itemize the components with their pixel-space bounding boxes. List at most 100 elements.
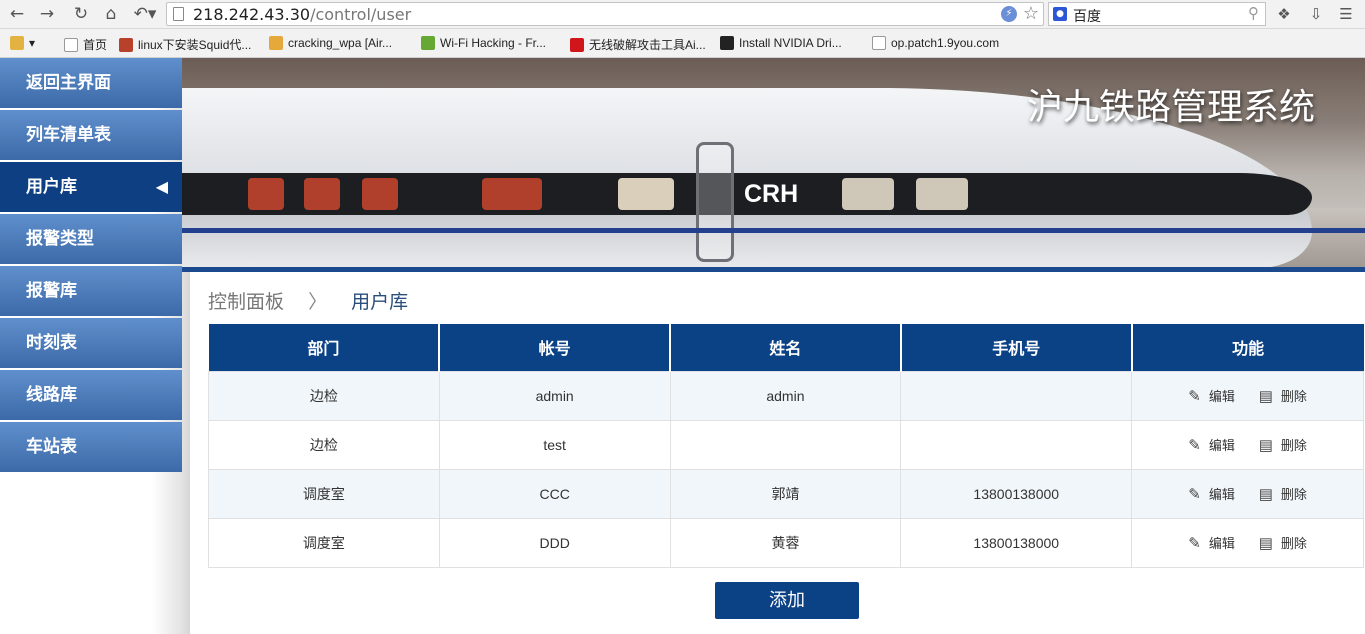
bookmark-item[interactable]: 无线破解攻击工具Ai... <box>570 36 706 53</box>
browser-toolbar: ← → ↻ ⌂ ↶▾ 218.242.43.30/control/user ⚡ … <box>0 0 1365 29</box>
bookmark-item[interactable]: linux下安装Squid代... <box>119 36 251 53</box>
cell-dept: 边检 <box>208 419 440 470</box>
cell-phone: 13800138000 <box>900 468 1133 519</box>
cell-actions: ✎ 编辑 ▤ 删除 <box>1131 468 1364 519</box>
banner-bottom-bar <box>182 267 1365 272</box>
user-table: 部门 帐号 姓名 手机号 功能 边检 admin admin ✎ 编辑 ▤ 删除 边… <box>208 324 1364 568</box>
table-row: 边检 admin admin ✎ 编辑 ▤ 删除 <box>208 370 1364 421</box>
cell-actions: ✎ 编辑 ▤ 删除 <box>1131 370 1364 421</box>
crh-logo: CRH <box>744 180 799 208</box>
cell-dept: 调度室 <box>208 468 440 519</box>
edit-icon: ✎ <box>1188 388 1201 405</box>
edit-icon: ✎ <box>1188 437 1201 454</box>
system-title: 沪九铁路管理系统 <box>1026 87 1315 128</box>
cell-actions: ✎ 编辑 ▤ 删除 <box>1131 517 1364 568</box>
breadcrumb-root[interactable]: 控制面板 <box>208 291 284 313</box>
bookmark-item[interactable]: Wi-Fi Hacking - Fr... <box>421 36 546 50</box>
cell-name <box>669 419 902 470</box>
download-icon[interactable]: ⇩ <box>1306 4 1326 24</box>
lightning-icon[interactable]: ⚡ <box>1001 6 1017 22</box>
bookmark-item[interactable]: cracking_wpa [Air... <box>269 36 392 50</box>
table-row: 边检 test ✎ 编辑 ▤ 删除 <box>208 419 1364 470</box>
address-bar[interactable]: 218.242.43.30/control/user ⚡ ☆ <box>166 2 1044 26</box>
trash-icon: ▤ <box>1258 486 1273 503</box>
train-window <box>916 178 968 210</box>
breadcrumb: 控制面板 〉 用户库 <box>208 287 408 314</box>
star-icon[interactable]: ☆ <box>1023 3 1039 25</box>
sidebar-item-stations[interactable]: 车站表 <box>0 422 182 472</box>
url-text: 218.242.43.30/control/user <box>193 5 412 24</box>
cell-phone <box>900 370 1133 421</box>
column-header: 帐号 <box>439 324 672 371</box>
train-window <box>842 178 894 210</box>
header-banner: CRH 沪九铁路管理系统 <box>182 58 1365 272</box>
home-icon[interactable]: ⌂ <box>100 3 122 25</box>
edit-icon: ✎ <box>1188 486 1201 503</box>
cell-name: admin <box>669 370 902 421</box>
chevron-right-icon: 〉 <box>308 291 328 313</box>
forward-icon[interactable]: → <box>36 3 58 25</box>
search-icon[interactable]: ⚲ <box>1248 4 1259 22</box>
breadcrumb-current: 用户库 <box>351 291 409 313</box>
table-row: 调度室 DDD 黄蓉 13800138000 ✎ 编辑 ▤ 删除 <box>208 517 1364 568</box>
back-icon[interactable]: ← <box>6 3 28 25</box>
sidebar-item-timetable[interactable]: 时刻表 <box>0 318 182 368</box>
edit-button[interactable]: ✎ 编辑 <box>1188 484 1235 503</box>
delete-button[interactable]: ▤ 删除 <box>1259 533 1307 552</box>
triangle-left-icon: ◀ <box>155 177 168 196</box>
edit-button[interactable]: ✎ 编辑 <box>1188 435 1235 454</box>
sidebar-item-train-list[interactable]: 列车清单表 <box>0 110 182 160</box>
delete-button[interactable]: ▤ 删除 <box>1259 435 1307 454</box>
edit-button[interactable]: ✎ 编辑 <box>1188 533 1235 552</box>
sidebar-item-alarms[interactable]: 报警库 <box>0 266 182 316</box>
train-door <box>696 142 734 262</box>
cell-name: 黄蓉 <box>669 517 902 568</box>
bookmark-item[interactable]: Install NVIDIA Dri... <box>720 36 842 50</box>
table-row: 调度室 CCC 郭靖 13800138000 ✎ 编辑 ▤ 删除 <box>208 468 1364 519</box>
reload-icon[interactable]: ↻ <box>70 3 92 25</box>
cell-dept: 调度室 <box>208 517 440 568</box>
trash-icon: ▤ <box>1258 388 1273 405</box>
sidebar-item-alarm-types[interactable]: 报警类型 <box>0 214 182 264</box>
sidebar-item-users[interactable]: 用户库 ◀ <box>0 162 182 212</box>
sidebar: 返回主界面 列车清单表 用户库 ◀ 报警类型 报警库 时刻表 线路库 车站表 <box>0 58 190 634</box>
train-window <box>248 178 284 210</box>
cell-actions: ✎ 编辑 ▤ 删除 <box>1131 419 1364 470</box>
cell-phone: 13800138000 <box>900 517 1133 568</box>
cell-phone <box>900 419 1133 470</box>
column-header: 部门 <box>208 324 441 371</box>
column-header: 姓名 <box>670 324 902 371</box>
page-icon <box>173 7 184 21</box>
cell-account: DDD <box>438 517 671 568</box>
train-window <box>304 178 340 210</box>
column-header: 功能 <box>1131 324 1364 371</box>
cell-dept: 边检 <box>208 370 440 421</box>
cell-name: 郭靖 <box>669 468 902 519</box>
bookmark-item[interactable]: 首页 <box>64 36 107 53</box>
trash-icon: ▤ <box>1258 437 1273 454</box>
cell-account: admin <box>438 370 671 421</box>
column-header: 手机号 <box>900 324 1133 371</box>
search-engine-label: 百度 <box>1073 9 1101 25</box>
train-window <box>482 178 542 210</box>
add-user-button[interactable]: 添加 <box>715 582 859 619</box>
edit-icon: ✎ <box>1188 535 1201 552</box>
puzzle-icon[interactable]: ❖ <box>1274 4 1294 24</box>
paw-icon: ● <box>1053 7 1067 21</box>
cell-account: CCC <box>438 468 671 519</box>
delete-button[interactable]: ▤ 删除 <box>1259 386 1307 405</box>
search-bar[interactable]: ● 百度 ⚲ <box>1048 2 1266 26</box>
menu-icon[interactable]: ☰ <box>1336 4 1356 24</box>
train-window <box>362 178 398 210</box>
edit-button[interactable]: ✎ 编辑 <box>1188 386 1235 405</box>
train-stripe <box>182 228 1365 233</box>
bookmark-item[interactable]: op.patch1.9you.com <box>872 36 999 50</box>
bookmarks-folder-icon[interactable]: ▾ <box>10 36 35 50</box>
delete-button[interactable]: ▤ 删除 <box>1259 484 1307 503</box>
trash-icon: ▤ <box>1258 535 1273 552</box>
sidebar-item-home[interactable]: 返回主界面 <box>0 58 182 108</box>
train-window <box>618 178 674 210</box>
undo-dropdown-icon[interactable]: ↶▾ <box>130 3 160 25</box>
bookmarks-bar: ▾ 首页 linux下安装Squid代... cracking_wpa [Air… <box>0 29 1365 58</box>
sidebar-item-routes[interactable]: 线路库 <box>0 370 182 420</box>
